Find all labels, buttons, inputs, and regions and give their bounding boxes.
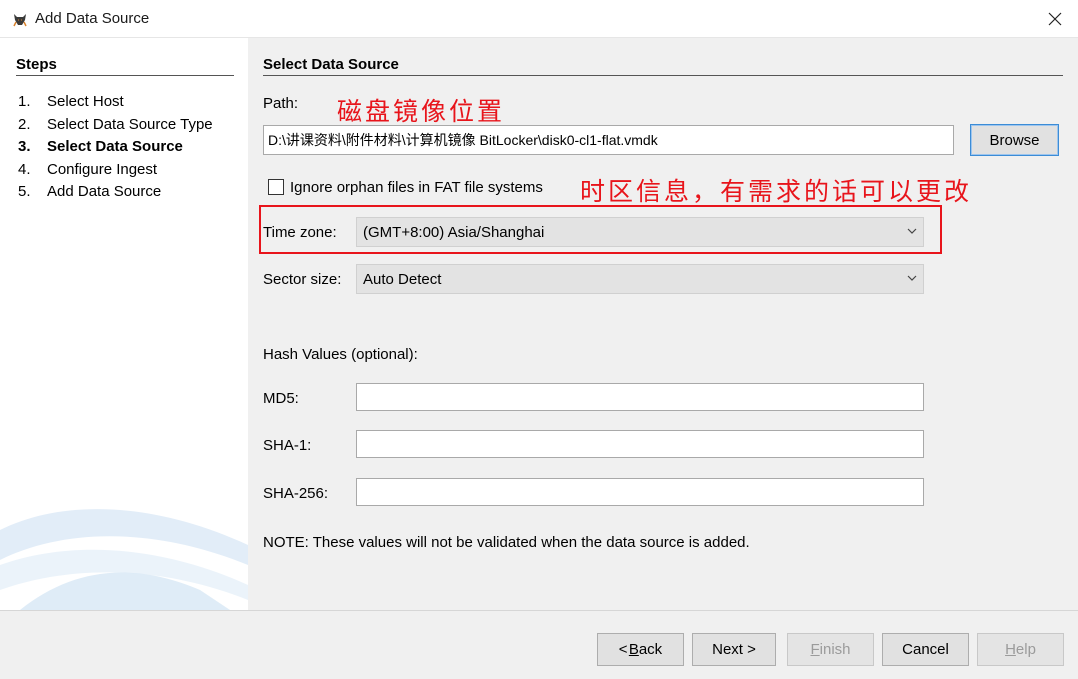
ignore-orphan-label: Ignore orphan files in FAT file systems: [290, 179, 543, 196]
button-bar: < Back Next > Finish Cancel Help: [0, 610, 1078, 679]
section-divider: [263, 75, 1063, 76]
step-number: 4.: [18, 160, 31, 178]
finish-rest: inish: [819, 641, 851, 658]
title-bar: Add Data Source: [0, 0, 1078, 38]
md5-input[interactable]: [356, 383, 924, 411]
chevron-down-icon: [907, 228, 917, 234]
steps-panel: Steps 1. Select Host 2. Select Data Source…: [0, 38, 248, 610]
step-number: 2.: [18, 115, 31, 133]
sha1-input[interactable]: [356, 430, 924, 458]
back-mnemonic: B: [628, 641, 639, 658]
timezone-value: (GMT+8:00) Asia/Shanghai: [363, 224, 545, 241]
path-input[interactable]: [263, 125, 954, 155]
sha1-label: SHA-1:: [263, 437, 312, 454]
step-label: Select Data Source Type: [47, 115, 213, 133]
path-annotation: 磁盘镜像位置: [337, 97, 506, 126]
back-prefix: <: [618, 641, 628, 658]
step-label: Select Data Source: [47, 138, 183, 155]
step-number: 1.: [18, 93, 31, 110]
steps-heading: Steps: [16, 56, 57, 73]
chevron-down-icon: [907, 275, 917, 281]
path-label: Path:: [263, 95, 299, 112]
timezone-annotation: 时区信息，有需求的话可以更改: [580, 177, 973, 206]
timezone-label: Time zone:: [263, 224, 337, 241]
ignore-orphan-checkbox[interactable]: [268, 179, 284, 195]
step-item-select-host: 1. Select Host: [18, 93, 213, 116]
step-number: 3.: [18, 138, 31, 155]
hash-values-heading: Hash Values (optional):: [263, 346, 418, 363]
step-label: Configure Ingest: [47, 160, 158, 178]
help-button[interactable]: Help: [977, 633, 1064, 666]
close-button[interactable]: [1032, 0, 1078, 38]
section-title: Select Data Source: [263, 56, 399, 73]
sha256-label: SHA-256:: [263, 485, 329, 502]
steps-divider: [16, 75, 234, 76]
help-rest: elp: [1015, 641, 1036, 658]
md5-label: MD5:: [263, 390, 299, 407]
browse-button[interactable]: Browse: [970, 124, 1059, 156]
help-mnemonic: H: [1005, 641, 1016, 658]
step-number: 5.: [18, 183, 31, 200]
sector-size-select[interactable]: Auto Detect: [356, 264, 924, 294]
finish-button[interactable]: Finish: [787, 633, 874, 666]
sector-size-label: Sector size:: [263, 271, 342, 288]
step-item-add-data-source: 5. Add Data Source: [18, 183, 213, 206]
next-button[interactable]: Next >: [692, 633, 776, 666]
cancel-button[interactable]: Cancel: [882, 633, 969, 666]
hash-note: NOTE: These values will not be validated…: [263, 534, 750, 551]
step-label: Add Data Source: [47, 183, 162, 200]
autopsy-dog-icon: [13, 14, 27, 27]
steps-list: 1. Select Host 2. Select Data Source Type …: [18, 93, 213, 206]
step-item-select-data-source: 3. Select Data Source: [18, 138, 213, 161]
finish-mnemonic: F: [810, 641, 820, 658]
decorative-swoosh: [0, 509, 248, 610]
step-item-configure-ingest: 4. Configure Ingest: [18, 161, 213, 184]
sha256-input[interactable]: [356, 478, 924, 506]
timezone-select[interactable]: (GMT+8:00) Asia/Shanghai: [356, 217, 924, 247]
window-title: Add Data Source: [35, 10, 150, 27]
back-rest: ack: [638, 641, 663, 658]
close-icon: [1048, 12, 1062, 26]
step-item-select-data-source-type: 2. Select Data Source Type: [18, 116, 213, 139]
step-label: Select Host: [47, 93, 124, 110]
back-button[interactable]: < Back: [597, 633, 684, 666]
sector-size-value: Auto Detect: [363, 271, 442, 288]
